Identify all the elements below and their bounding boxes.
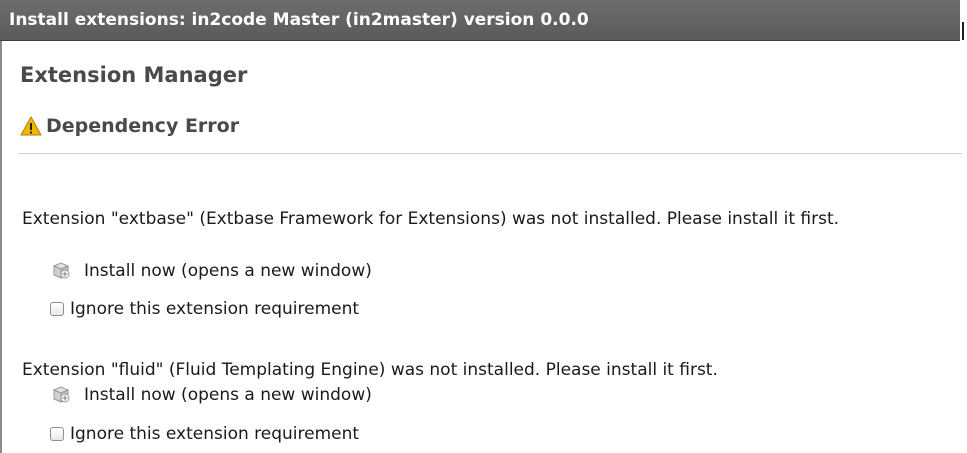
requirement-message-fluid: Extension "fluid" (Fluid Templating Engi… xyxy=(22,360,718,380)
ignore-fluid-checkbox[interactable] xyxy=(50,427,64,441)
ignore-label[interactable]: Ignore this extension requirement xyxy=(70,424,359,444)
requirement-message-extbase: Extension "extbase" (Extbase Framework f… xyxy=(22,209,840,229)
window-title: Install extensions: in2code Master (in2m… xyxy=(9,10,589,30)
install-fluid-link[interactable]: Install now (opens a new window) xyxy=(50,385,372,405)
ignore-label[interactable]: Ignore this extension requirement xyxy=(70,299,359,319)
window-titlebar: Install extensions: in2code Master (in2m… xyxy=(0,0,960,41)
main-content: Extension Manager Dependency Error Exten… xyxy=(0,41,962,453)
warning-icon xyxy=(20,116,42,136)
package-icon xyxy=(52,386,70,403)
edge-marker xyxy=(962,22,964,40)
ignore-extbase-row[interactable]: Ignore this extension requirement xyxy=(50,299,359,319)
ignore-extbase-checkbox[interactable] xyxy=(50,302,64,316)
divider xyxy=(18,153,962,154)
dependency-error-heading: Dependency Error xyxy=(20,115,239,137)
install-link-label[interactable]: Install now (opens a new window) xyxy=(84,261,372,281)
dependency-error-label: Dependency Error xyxy=(46,115,240,137)
install-extbase-link[interactable]: Install now (opens a new window) xyxy=(50,261,372,281)
ignore-fluid-row[interactable]: Ignore this extension requirement xyxy=(50,424,359,444)
install-link-label[interactable]: Install now (opens a new window) xyxy=(84,385,372,405)
package-icon xyxy=(52,262,70,279)
page-title: Extension Manager xyxy=(20,63,248,87)
